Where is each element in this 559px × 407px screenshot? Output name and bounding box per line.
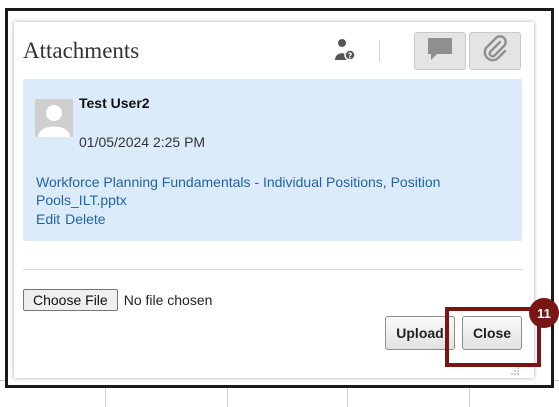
delete-link[interactable]: Delete <box>65 211 105 227</box>
avatar-placeholder-icon <box>35 99 73 137</box>
comment-icon <box>426 36 454 67</box>
paperclip-icon <box>480 34 510 69</box>
callout-highlight-box <box>445 307 541 367</box>
edit-link[interactable]: Edit <box>36 211 60 227</box>
header-divider <box>379 40 380 62</box>
file-status-text: No file chosen <box>123 292 213 308</box>
attachment-file-link[interactable]: Workforce Planning Fundamentals - Indivi… <box>36 173 496 209</box>
svg-text:?: ? <box>348 52 353 61</box>
dialog-separator <box>23 269 522 270</box>
dialog-title: Attachments <box>23 38 140 63</box>
step-number-badge: 11 <box>529 298 559 328</box>
attachment-timestamp: 01/05/2024 2:25 PM <box>79 134 206 150</box>
attachment-actions: Edit Delete <box>36 211 111 227</box>
choose-file-button[interactable]: Choose File <box>23 289 118 311</box>
file-chooser: Choose File No file chosen <box>23 289 212 311</box>
attach-button[interactable] <box>469 32 521 70</box>
attachment-user-name: Test User2 <box>79 95 150 111</box>
attachment-card: Test User2 01/05/2024 2:25 PM Workforce … <box>23 79 522 241</box>
comment-button[interactable] <box>414 32 466 70</box>
person-help-icon[interactable]: ? <box>334 38 356 62</box>
